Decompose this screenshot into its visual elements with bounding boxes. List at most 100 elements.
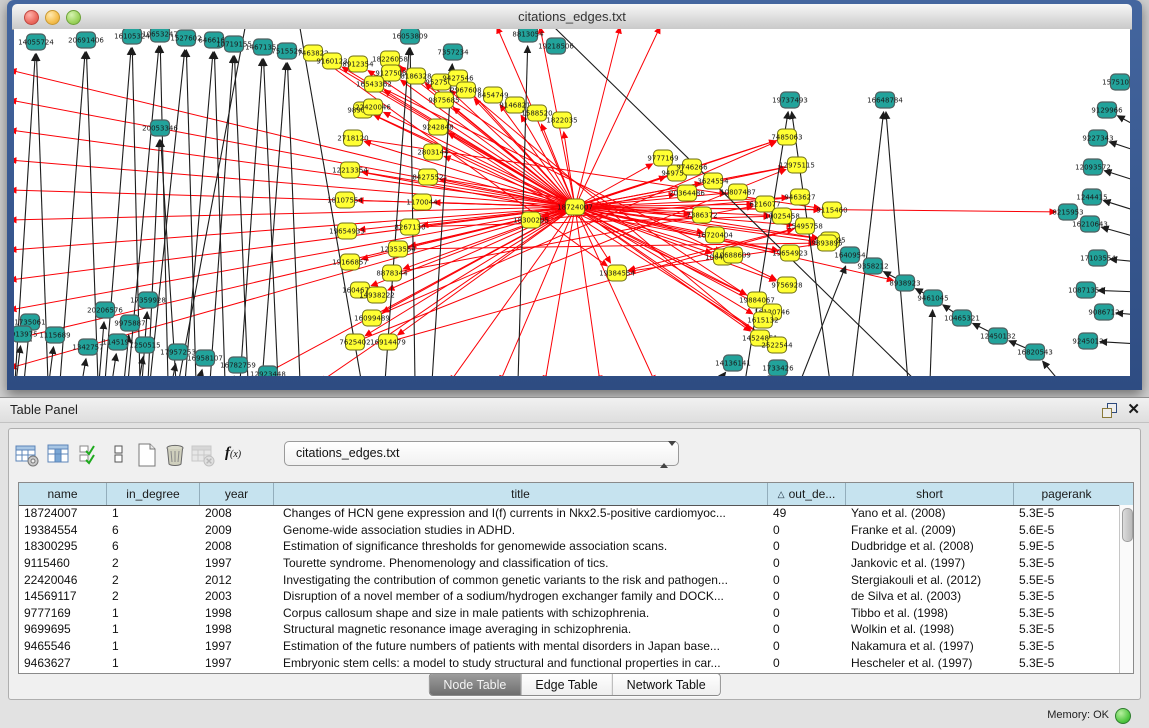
network-edge[interactable] [448, 133, 575, 207]
select-columns-checklist-icon[interactable] [76, 442, 102, 468]
network-node[interactable]: 16053809 [392, 29, 428, 44]
network-graph[interactable]: 1405572420691406161053241065324715276026… [14, 29, 1130, 376]
table-row[interactable]: 2242004622012Investigating the contribut… [19, 571, 1120, 588]
network-node[interactable]: 1170044 [406, 194, 438, 210]
network-node[interactable]: 8215953 [1052, 204, 1083, 220]
scrollbar-thumb[interactable] [1122, 508, 1133, 542]
table-row[interactable]: 1938455462009Genome-wide association stu… [19, 522, 1120, 539]
tab-node-table[interactable]: Node Table [429, 674, 521, 695]
table-row[interactable]: 977716911998Corpus callosum shape and si… [19, 605, 1120, 622]
network-node[interactable]: 16720404 [697, 227, 733, 243]
network-node[interactable]: 14055724 [18, 34, 54, 50]
network-node[interactable]: 14136141 [715, 355, 751, 371]
table-row[interactable]: 1872400712008Changes of HCN gene express… [19, 505, 1120, 522]
network-edge[interactable] [150, 50, 185, 376]
network-node[interactable]: 10465321 [944, 310, 980, 326]
network-node[interactable]: 8878344 [376, 265, 408, 281]
column-header-in_degree[interactable]: in_degree [107, 483, 200, 505]
network-edge[interactable] [14, 160, 575, 207]
network-node[interactable]: 2718120 [337, 130, 368, 146]
network-edge[interactable] [240, 59, 262, 376]
network-node[interactable]: 1733426 [762, 360, 794, 376]
network-node[interactable]: 9463627 [784, 189, 815, 205]
function-builder-icon[interactable]: f(x) [225, 445, 241, 462]
network-node[interactable]: 2803144 [417, 144, 449, 160]
network-edge[interactable] [1109, 142, 1130, 152]
network-canvas[interactable]: 1405572420691406161053241065324715276026… [14, 29, 1130, 376]
network-edge[interactable] [287, 63, 300, 376]
network-node[interactable]: 7357234 [437, 44, 469, 60]
network-edge[interactable] [82, 359, 86, 376]
network-edge[interactable] [234, 56, 248, 376]
table-columns-icon[interactable] [46, 442, 72, 468]
network-edge[interactable] [718, 372, 726, 376]
network-edge[interactable] [1103, 201, 1130, 212]
network-node[interactable]: 9245012 [1072, 333, 1103, 349]
delete-columns-trash-icon[interactable] [162, 442, 188, 468]
network-node[interactable]: 19737493 [772, 92, 808, 108]
row-height-icon[interactable] [106, 442, 132, 468]
column-header-short[interactable]: short [846, 483, 1014, 505]
network-edge[interactable] [1118, 116, 1130, 128]
float-panel-icon[interactable] [1102, 403, 1116, 417]
table-row[interactable]: 969969511998Structural magnetic resonanc… [19, 621, 1120, 638]
network-node[interactable]: 15751074 [1102, 74, 1130, 90]
network-edge[interactable] [210, 56, 233, 376]
network-node[interactable]: 16210643 [1072, 216, 1108, 232]
network-edge[interactable] [1102, 227, 1130, 238]
network-edge[interactable] [886, 112, 908, 376]
network-window-titlebar[interactable]: citations_edges.txt [12, 4, 1132, 30]
network-node[interactable]: 7386372 [686, 207, 717, 223]
network-edge[interactable] [86, 52, 98, 376]
column-header-out_de[interactable]: △out_de... [768, 483, 846, 505]
network-node[interactable]: 20053346 [142, 120, 178, 136]
table-row[interactable]: 1456911722003Disruption of a novel membe… [19, 588, 1120, 605]
column-header-pagerank[interactable]: pagerank [1014, 483, 1119, 505]
network-node[interactable]: 10871354 [1068, 282, 1104, 298]
network-node[interactable]: 12975115 [779, 157, 815, 173]
memory-status-indicator[interactable] [1115, 708, 1131, 724]
network-node[interactable]: 9975887 [114, 315, 145, 331]
tab-network-table[interactable]: Network Table [613, 674, 720, 695]
table-row[interactable]: 946554611997Estimation of the future num… [19, 638, 1120, 655]
column-header-title[interactable]: title [274, 483, 768, 505]
table-row[interactable]: 911546021997Tourette syndrome. Phenomeno… [19, 555, 1120, 572]
table-panel-titlebar[interactable]: Table Panel ✕ [0, 398, 1149, 423]
network-node[interactable]: 7485063 [771, 129, 802, 145]
network-edge[interactable] [160, 46, 168, 376]
network-node[interactable]: 3624554 [697, 173, 729, 189]
close-panel-icon[interactable]: ✕ [1127, 400, 1140, 418]
network-edge[interactable] [852, 112, 884, 376]
table-selector-dropdown[interactable]: citations_edges.txt [284, 441, 679, 466]
table-settings-icon[interactable] [14, 442, 40, 468]
network-edge[interactable] [60, 52, 85, 376]
network-edge[interactable] [800, 266, 846, 376]
network-node[interactable]: 18107554 [327, 192, 363, 208]
network-node[interactable]: 17103554 [1080, 250, 1116, 266]
network-node[interactable]: 20364486 [669, 185, 705, 201]
network-node[interactable]: 8267130 [394, 219, 425, 235]
network-node[interactable]: 12093572 [1075, 159, 1111, 175]
network-edge[interactable] [112, 354, 116, 376]
table-row[interactable]: 1830029562008Estimation of significance … [19, 538, 1120, 555]
network-node[interactable]: 19218506 [538, 38, 574, 54]
network-edge[interactable] [575, 29, 620, 207]
column-header-name[interactable]: name [19, 483, 107, 505]
network-node[interactable]: 19654923 [772, 245, 808, 261]
column-header-year[interactable]: year [200, 483, 274, 505]
network-node[interactable]: 1640954 [834, 247, 866, 263]
network-window[interactable]: citations_edges.txt 14055724206914061610… [7, 0, 1142, 390]
network-node[interactable]: 16648784 [867, 92, 903, 108]
network-node[interactable]: 1115689 [39, 327, 70, 343]
network-node[interactable]: 20691406 [68, 32, 104, 48]
network-node[interactable]: 1244415 [1076, 189, 1107, 205]
network-node[interactable]: 1250515 [129, 337, 160, 353]
network-node[interactable]: 9086712 [1088, 304, 1119, 320]
network-edge[interactable] [930, 310, 933, 376]
tab-edge-table[interactable]: Edge Table [521, 674, 612, 695]
network-edge[interactable] [1043, 361, 1060, 376]
network-edge[interactable] [199, 370, 202, 376]
network-node[interactable]: 9227343 [1082, 130, 1113, 146]
new-table-icon[interactable] [134, 442, 160, 468]
network-node[interactable]: 20206576 [87, 302, 123, 318]
